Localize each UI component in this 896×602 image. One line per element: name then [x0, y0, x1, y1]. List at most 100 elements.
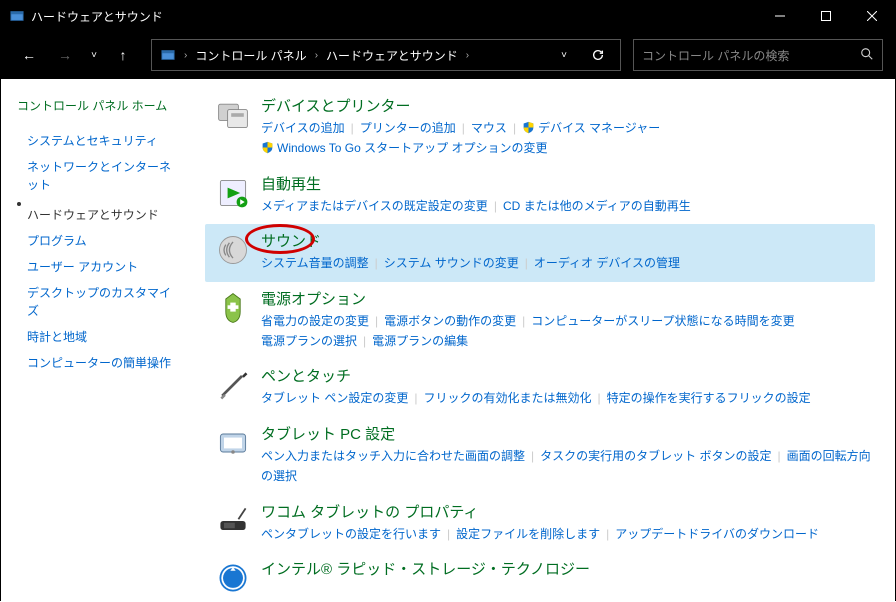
- sidebar-item[interactable]: デスクトップのカスタマイズ: [17, 280, 187, 324]
- category-row: サウンドシステム音量の調整|システム サウンドの変更|オーディオ デバイスの管理: [205, 224, 875, 281]
- category-link[interactable]: フリックの有効化または無効化: [423, 391, 591, 405]
- body-area: コントロール パネル ホーム システムとセキュリティネットワークとインターネット…: [1, 79, 895, 602]
- category-link[interactable]: ペン入力またはタッチ入力に合わせた画面の調整: [261, 449, 525, 463]
- link-separator: |: [516, 314, 531, 328]
- category-title[interactable]: ワコム タブレットの プロパティ: [261, 501, 478, 522]
- sidebar-item-label: プログラム: [27, 234, 87, 248]
- refresh-button[interactable]: [584, 41, 612, 69]
- category-link[interactable]: プリンターの追加: [360, 121, 456, 135]
- category-icon: [209, 558, 257, 596]
- category-link[interactable]: タブレット ペン設定の変更: [261, 391, 408, 405]
- chevron-right-icon[interactable]: ›: [464, 50, 471, 61]
- sidebar-item-label: システムとセキュリティ: [27, 134, 158, 148]
- category-title[interactable]: ペンとタッチ: [261, 365, 351, 386]
- category-body: ペンとタッチタブレット ペン設定の変更|フリックの有効化または無効化|特定の操作…: [257, 365, 871, 408]
- category-link[interactable]: 電源プランの編集: [372, 334, 468, 348]
- category-body: インテル® ラピッド・ストレージ・テクノロジー: [257, 558, 871, 596]
- window-title: ハードウェアとサウンド: [31, 8, 163, 25]
- category-link[interactable]: デバイスの追加: [261, 121, 345, 135]
- category-body: デバイスとプリンターデバイスの追加|プリンターの追加|マウス|デバイス マネージ…: [257, 95, 871, 159]
- sidebar-item[interactable]: システムとセキュリティ: [17, 128, 187, 154]
- category-link[interactable]: コンピューターがスリープ状態になる時間を変更: [531, 314, 794, 328]
- category-link[interactable]: アップデートドライバのダウンロード: [615, 527, 819, 541]
- category-link[interactable]: 省電力の設定の変更: [261, 314, 369, 328]
- link-separator: |: [369, 256, 384, 270]
- category-body: 電源オプション省電力の設定の変更|電源ボタンの動作の変更|コンピューターがスリー…: [257, 288, 871, 352]
- category-link[interactable]: オーディオ デバイスの管理: [534, 256, 680, 270]
- main-content: デバイスとプリンターデバイスの追加|プリンターの追加|マウス|デバイス マネージ…: [201, 79, 895, 602]
- category-link[interactable]: システム音量の調整: [261, 256, 369, 270]
- breadcrumb-item[interactable]: コントロール パネル: [195, 47, 306, 64]
- chevron-right-icon[interactable]: ›: [182, 50, 189, 61]
- category-row: 自動再生メディアまたはデバイスの既定設定の変更|CD または他のメディアの自動再…: [205, 167, 875, 224]
- category-icon: [209, 365, 257, 408]
- search-input[interactable]: コントロール パネルの検索: [633, 39, 883, 71]
- sidebar-item[interactable]: ネットワークとインターネット: [17, 154, 187, 198]
- addressbar: ← → ˅ ↑ › コントロール パネル › ハードウェアとサウンド › ˅ コ…: [1, 31, 895, 79]
- up-button[interactable]: ↑: [107, 39, 139, 71]
- sidebar-item[interactable]: 時計と地域: [17, 324, 187, 350]
- link-separator: |: [600, 527, 615, 541]
- category-link[interactable]: 設定ファイルを削除します: [456, 527, 600, 541]
- control-panel-home-link[interactable]: コントロール パネル ホーム: [17, 97, 187, 114]
- link-separator: |: [488, 199, 503, 213]
- category-link[interactable]: デバイス マネージャー: [538, 121, 660, 135]
- category-title[interactable]: インテル® ラピッド・ストレージ・テクノロジー: [261, 558, 590, 579]
- sidebar-item-label: ハードウェアとサウンド: [27, 208, 159, 222]
- category-body: 自動再生メディアまたはデバイスの既定設定の変更|CD または他のメディアの自動再…: [257, 173, 871, 216]
- control-panel-icon: [9, 8, 25, 24]
- category-link[interactable]: Windows To Go スタートアップ オプションの変更: [277, 141, 547, 155]
- category-links: タブレット ペン設定の変更|フリックの有効化または無効化|特定の操作を実行するフ…: [261, 388, 871, 408]
- category-links: メディアまたはデバイスの既定設定の変更|CD または他のメディアの自動再生: [261, 196, 871, 216]
- category-links: ペン入力またはタッチ入力に合わせた画面の調整|タスクの実行用のタブレット ボタン…: [261, 446, 871, 487]
- close-button[interactable]: [849, 1, 895, 31]
- breadcrumb[interactable]: › コントロール パネル › ハードウェアとサウンド › ˅: [151, 39, 621, 71]
- titlebar: ハードウェアとサウンド: [1, 1, 895, 31]
- category-title[interactable]: デバイスとプリンター: [261, 95, 411, 116]
- link-separator: |: [345, 121, 360, 135]
- sidebar-item[interactable]: ハードウェアとサウンド: [17, 198, 187, 228]
- back-button[interactable]: ←: [13, 39, 45, 71]
- category-row: ワコム タブレットの プロパティペンタブレットの設定を行います |設定ファイルを削…: [205, 495, 875, 552]
- category-link[interactable]: 特定の操作を実行するフリックの設定: [607, 391, 811, 405]
- sidebar-item-label: 時計と地域: [27, 330, 87, 344]
- category-link[interactable]: システム サウンドの変更: [384, 256, 519, 270]
- recent-locations-button[interactable]: ˅: [85, 39, 103, 71]
- forward-button[interactable]: →: [49, 39, 81, 71]
- category-body: ワコム タブレットの プロパティペンタブレットの設定を行います |設定ファイルを削…: [257, 501, 871, 544]
- search-icon[interactable]: [860, 47, 874, 64]
- category-link[interactable]: メディアまたはデバイスの既定設定の変更: [261, 199, 488, 213]
- link-separator: |: [456, 121, 471, 135]
- link-separator: |: [357, 334, 372, 348]
- sidebar-item[interactable]: ユーザー アカウント: [17, 254, 187, 280]
- category-body: タブレット PC 設定ペン入力またはタッチ入力に合わせた画面の調整|タスクの実行…: [257, 423, 871, 487]
- category-link[interactable]: 電源プランの選択: [261, 334, 357, 348]
- category-row: デバイスとプリンターデバイスの追加|プリンターの追加|マウス|デバイス マネージ…: [205, 89, 875, 167]
- maximize-button[interactable]: [803, 1, 849, 31]
- sidebar-list: システムとセキュリティネットワークとインターネットハードウェアとサウンドプログラ…: [17, 128, 187, 376]
- category-links: ペンタブレットの設定を行います|設定ファイルを削除します|アップデートドライバの…: [261, 524, 871, 544]
- category-title[interactable]: 自動再生: [261, 173, 321, 194]
- breadcrumb-item[interactable]: ハードウェアとサウンド: [326, 47, 458, 64]
- category-link[interactable]: CD または他のメディアの自動再生: [503, 199, 691, 213]
- minimize-button[interactable]: [757, 1, 803, 31]
- search-placeholder: コントロール パネルの検索: [642, 47, 860, 64]
- sidebar-item[interactable]: プログラム: [17, 228, 187, 254]
- chevron-right-icon[interactable]: ›: [313, 50, 320, 61]
- category-link[interactable]: ペンタブレットの設定を行います: [261, 527, 441, 541]
- sidebar-item[interactable]: コンピューターの簡単操作: [17, 350, 187, 376]
- sidebar-item-label: ネットワークとインターネット: [27, 160, 171, 192]
- category-title[interactable]: 電源オプション: [261, 288, 366, 309]
- category-row: タブレット PC 設定ペン入力またはタッチ入力に合わせた画面の調整|タスクの実行…: [205, 417, 875, 495]
- category-link[interactable]: タスクの実行用のタブレット ボタンの設定: [540, 449, 771, 463]
- category-link[interactable]: マウス: [471, 121, 507, 135]
- link-separator: |: [408, 391, 423, 405]
- category-row: 電源オプション省電力の設定の変更|電源ボタンの動作の変更|コンピューターがスリー…: [205, 282, 875, 360]
- breadcrumb-dropdown-button[interactable]: ˅: [550, 41, 578, 69]
- category-link[interactable]: 電源ボタンの動作の変更: [384, 314, 516, 328]
- sidebar-item-label: コンピューターの簡単操作: [27, 356, 171, 370]
- category-title[interactable]: タブレット PC 設定: [261, 423, 395, 444]
- category-links: 省電力の設定の変更|電源ボタンの動作の変更|コンピューターがスリープ状態になる時…: [261, 311, 871, 352]
- category-row: インテル® ラピッド・ストレージ・テクノロジー: [205, 552, 875, 602]
- category-title[interactable]: サウンド: [261, 230, 321, 251]
